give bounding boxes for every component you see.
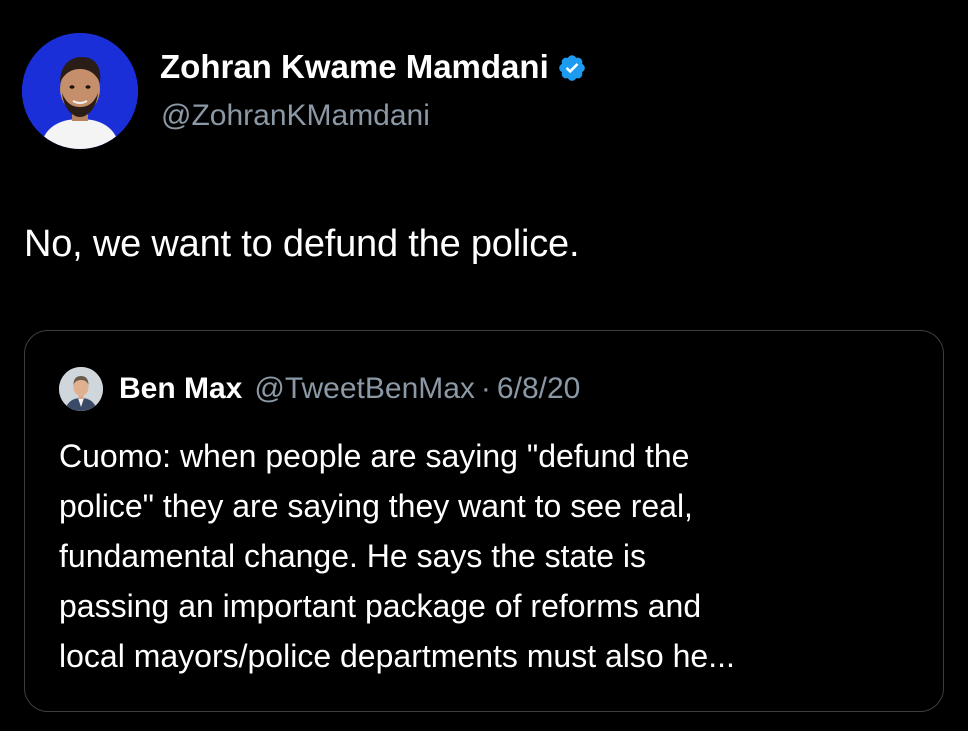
quote-header: Ben Max @TweetBenMax · 6/8/20 <box>59 367 580 411</box>
quote-author-avatar[interactable] <box>59 367 103 411</box>
quote-text-line: Cuomo: when people are saying "defund th… <box>59 438 690 474</box>
quote-author-name[interactable]: Ben Max <box>119 372 242 406</box>
verified-badge-icon <box>557 52 587 82</box>
person-avatar-icon <box>59 367 103 411</box>
quote-text: Cuomo: when people are saying "defund th… <box>59 431 929 681</box>
person-avatar-icon <box>22 33 138 149</box>
separator-dot: · <box>480 372 491 405</box>
quote-text-line: police" they are saying they want to see… <box>59 488 693 524</box>
tweet-text: No, we want to defund the police. <box>24 223 580 265</box>
author-name-row[interactable]: Zohran Kwame Mamdani <box>160 47 587 87</box>
author-avatar[interactable] <box>22 33 138 149</box>
quote-tweet-card[interactable]: Ben Max @TweetBenMax · 6/8/20 Cuomo: whe… <box>24 330 944 712</box>
quote-date[interactable]: 6/8/20 <box>497 372 580 406</box>
quote-author-handle[interactable]: @TweetBenMax <box>254 372 475 406</box>
quote-text-line: fundamental change. He says the state is <box>59 538 647 574</box>
quote-text-line: local mayors/police departments must als… <box>59 638 735 674</box>
quote-text-line: passing an important package of reforms … <box>59 588 702 624</box>
author-name[interactable]: Zohran Kwame Mamdani <box>160 47 549 87</box>
tweet: Zohran Kwame Mamdani @ZohranKMamdani No,… <box>0 0 968 731</box>
author-handle[interactable]: @ZohranKMamdani <box>161 97 430 135</box>
